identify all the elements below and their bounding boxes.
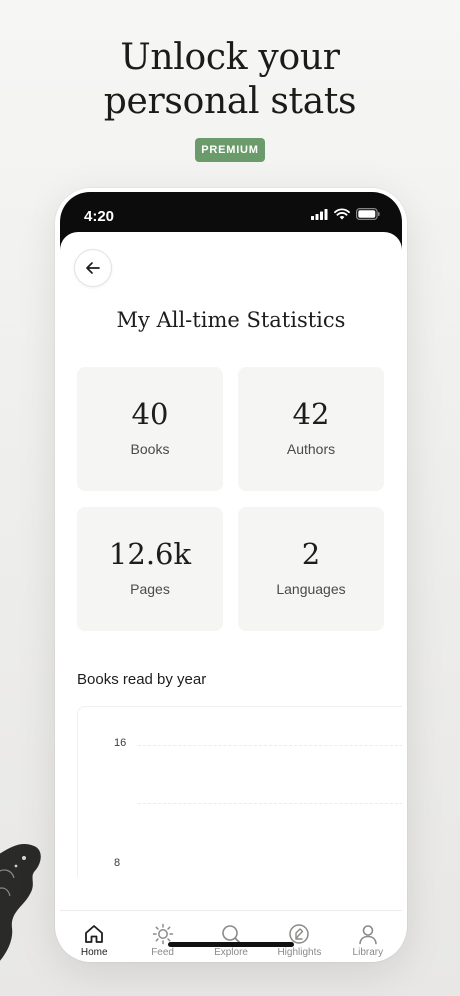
headline: Unlock your personal stats — [0, 36, 460, 124]
tab-library[interactable]: Library — [334, 911, 402, 962]
stat-card-pages: 12.6k Pages — [77, 507, 223, 631]
phone-frame: 4:20 My All-time Statistics 40 Books 42 … — [55, 188, 407, 962]
page-title: My All-time Statistics — [116, 308, 346, 332]
grid-line — [138, 803, 402, 804]
stat-value: 40 — [131, 397, 169, 431]
tab-label: Library — [352, 947, 384, 958]
wifi-icon — [334, 208, 350, 220]
y-tick-label: 16 — [114, 737, 127, 749]
grid-line — [138, 745, 402, 746]
app-store-page: Unlock your personal stats PREMIUM 4:20 — [0, 0, 460, 996]
books-by-year-chart: 16 8 — [77, 706, 402, 877]
tab-explore[interactable]: Explore — [197, 911, 265, 962]
home-icon — [85, 925, 104, 943]
battery-icon — [356, 208, 380, 220]
stat-card-books: 40 Books — [77, 367, 223, 491]
stat-label: Books — [130, 441, 170, 457]
tab-label: Highlights — [277, 947, 322, 958]
stat-value: 42 — [292, 397, 330, 431]
stat-value: 2 — [301, 537, 321, 571]
headline-line-2: personal stats — [103, 81, 357, 122]
tab-label: Home — [80, 947, 108, 958]
stat-value: 12.6k — [108, 537, 192, 571]
status-time: 4:20 — [84, 208, 115, 225]
back-button[interactable] — [74, 249, 112, 287]
tab-highlights[interactable]: Highlights — [265, 911, 333, 962]
home-indicator — [168, 942, 294, 947]
person-icon — [359, 925, 377, 945]
tab-bar: Home Feed Explore Highlights Library — [60, 910, 402, 962]
premium-badge: PREMIUM — [195, 138, 265, 162]
status-icons — [311, 208, 380, 220]
stat-label: Languages — [276, 581, 346, 597]
headline-line-1: Unlock your — [120, 37, 340, 78]
signal-icon — [311, 208, 328, 220]
stat-label: Authors — [286, 441, 336, 457]
tab-label: Explore — [214, 947, 248, 958]
tab-home[interactable]: Home — [60, 911, 128, 962]
arrow-left-icon — [86, 262, 100, 274]
stat-card-languages: 2 Languages — [238, 507, 384, 631]
tab-label: Feed — [151, 947, 174, 958]
statistics-screen: My All-time Statistics 40 Books 42 Autho… — [60, 232, 402, 962]
stat-card-authors: 42 Authors — [238, 367, 384, 491]
tab-feed[interactable]: Feed — [128, 911, 196, 962]
chart-title: Books read by year — [77, 671, 207, 688]
y-tick-label: 8 — [114, 857, 121, 869]
stat-label: Pages — [130, 581, 170, 597]
